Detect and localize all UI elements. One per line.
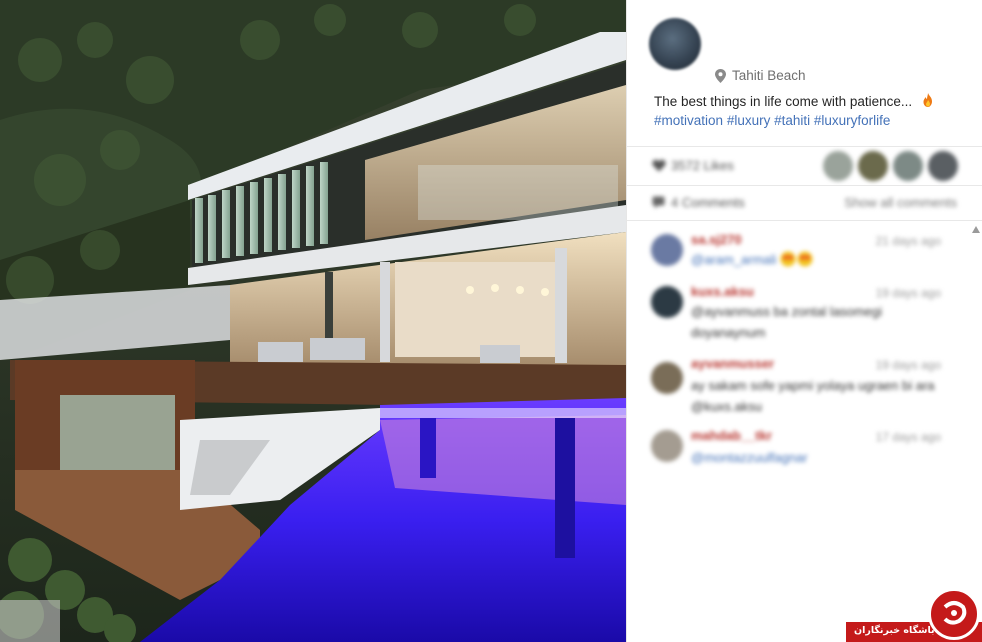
hashtag-link[interactable]: #luxuryforlife (814, 113, 891, 128)
comment-username[interactable]: ayvanmusser (691, 356, 774, 371)
comment-mention[interactable]: @aram_armali (691, 252, 776, 267)
post-caption: The best things in life come with patien… (654, 92, 936, 109)
post-hashtags: #motivation #luxury #tahiti #luxuryforli… (654, 113, 890, 128)
comment-username[interactable]: mahdab__tkr (691, 428, 772, 443)
comment-text: @montazzuulfagnar (691, 447, 941, 468)
commenter-avatar[interactable] (651, 234, 683, 266)
heart-eyes-emoji-icon (780, 251, 813, 267)
divider (627, 220, 982, 221)
comment-username[interactable]: kuxs.aksu (691, 284, 754, 299)
post-details-panel: Tahiti Beach The best things in life com… (626, 0, 982, 642)
comment-time: 19 days ago (875, 286, 941, 300)
comment-time: 21 days ago (875, 234, 941, 248)
hashtag-link[interactable]: #motivation (654, 113, 723, 128)
comment-item: kuxs.aksu 19 days ago @ayvanmuss ba zont… (627, 284, 967, 354)
commenter-avatar[interactable] (651, 362, 683, 394)
comments-count: 4 Comments (671, 195, 745, 210)
watermark-emblem-icon (928, 588, 980, 640)
comment-time: 19 days ago (875, 358, 941, 372)
caption-text: The best things in life come with patien… (654, 94, 913, 109)
comment-item: mahdab__tkr 17 days ago @montazzuulfagna… (627, 428, 967, 478)
fire-emoji-icon (923, 93, 932, 107)
author-avatar[interactable] (649, 18, 701, 70)
location-pin-icon (715, 68, 726, 83)
commenter-avatar[interactable] (651, 286, 683, 318)
comment-text: ay sakam sofe yapmi yolaya ugraen bi ara… (691, 378, 935, 414)
post-location[interactable]: Tahiti Beach (715, 68, 806, 83)
watermark-logo: باشگاه خبرنگاران (846, 588, 982, 642)
liker-avatar[interactable] (858, 151, 888, 181)
comment-time: 17 days ago (875, 430, 941, 444)
location-label: Tahiti Beach (732, 68, 806, 83)
likes-row: 3572 Likes (627, 147, 982, 185)
comment-icon (652, 196, 665, 209)
show-all-comments-link[interactable]: Show all comments (844, 195, 957, 210)
comment-text: @ayvanmuss ba zontal lasomegi doyanaynum (691, 304, 882, 340)
comment-item: ayvanmusser 19 days ago ay sakam sofe ya… (627, 356, 967, 426)
comment-mention[interactable]: @montazzuulfagnar (691, 450, 808, 465)
scroll-up-arrow-icon[interactable] (972, 226, 980, 233)
luxury-villa-image (0, 0, 626, 642)
comment-list[interactable]: sa.sj270 21 days ago @aram_armali kuxs.a… (627, 222, 982, 642)
watermark-glyph-icon (943, 601, 967, 625)
post-photo (0, 0, 626, 642)
likes-count[interactable]: 3572 Likes (671, 158, 734, 173)
comments-row: 4 Comments Show all comments (627, 186, 982, 220)
watermark-text: باشگاه خبرنگاران (854, 625, 935, 636)
liker-avatar[interactable] (928, 151, 958, 181)
hashtag-link[interactable]: #luxury (727, 113, 771, 128)
hashtag-link[interactable]: #tahiti (774, 113, 810, 128)
comment-item: sa.sj270 21 days ago @aram_armali (627, 232, 967, 282)
heart-icon[interactable] (652, 159, 666, 172)
comment-username[interactable]: sa.sj270 (691, 232, 742, 247)
comment-text: @aram_armali (691, 249, 941, 270)
liker-avatar[interactable] (823, 151, 853, 181)
post-header: Tahiti Beach The best things in life com… (627, 0, 982, 146)
comment-scrollbar[interactable] (971, 224, 981, 634)
liker-avatar[interactable] (893, 151, 923, 181)
commenter-avatar[interactable] (651, 430, 683, 462)
